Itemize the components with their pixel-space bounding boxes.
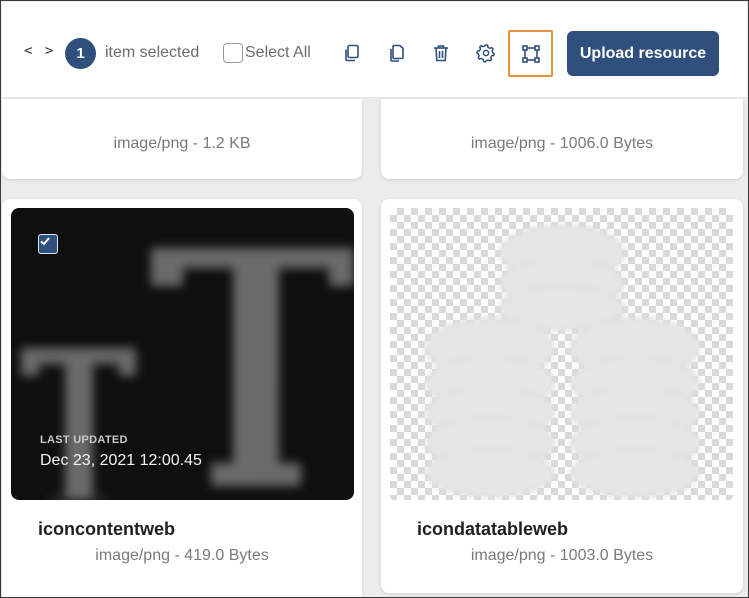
duplicate-icon[interactable]: [386, 42, 408, 64]
resource-card[interactable]: icondatatableweb image/png - 1003.0 Byte…: [381, 199, 743, 593]
toolbar: < > 1 item selected Select All Upload re…: [2, 2, 747, 98]
card-select-checkbox[interactable]: [38, 234, 58, 254]
select-all-toggle[interactable]: Select All: [223, 43, 311, 63]
card-meta: image/png - 1.2 KB: [113, 135, 251, 152]
select-all-label: Select All: [245, 44, 311, 61]
resource-card-selected[interactable]: LAST UPDATED Dec 23, 2021 12:00.45 iconc…: [2, 199, 362, 597]
thumbnail-image: [390, 208, 733, 500]
card-meta: image/png - 1006.0 Bytes: [470, 135, 654, 152]
resource-card[interactable]: image/png - 1006.0 Bytes: [381, 99, 743, 179]
nav-arrows-icon[interactable]: < >: [24, 43, 55, 59]
selected-count-badge: 1: [65, 38, 96, 69]
card-title[interactable]: iconcontentweb: [38, 519, 175, 540]
last-updated-label: LAST UPDATED: [40, 434, 128, 446]
crop-frame-button[interactable]: [508, 30, 553, 77]
trash-icon[interactable]: [430, 42, 452, 64]
card-title[interactable]: icondatatableweb: [417, 519, 568, 540]
check-icon: [40, 237, 50, 246]
selected-label: item selected: [105, 44, 200, 61]
crop-frame-icon: [521, 44, 541, 64]
copy-icon[interactable]: [341, 42, 363, 64]
thumbnail-image: LAST UPDATED Dec 23, 2021 12:00.45: [11, 208, 354, 500]
gear-icon[interactable]: [475, 42, 497, 64]
upload-resource-button[interactable]: Upload resource: [567, 31, 719, 76]
resource-card[interactable]: image/png - 1.2 KB: [2, 99, 362, 179]
card-meta: image/png - 419.0 Bytes: [95, 547, 269, 564]
last-updated-value: Dec 23, 2021 12:00.45: [40, 452, 202, 469]
select-all-checkbox[interactable]: [223, 43, 243, 63]
card-meta: image/png - 1003.0 Bytes: [470, 547, 654, 564]
